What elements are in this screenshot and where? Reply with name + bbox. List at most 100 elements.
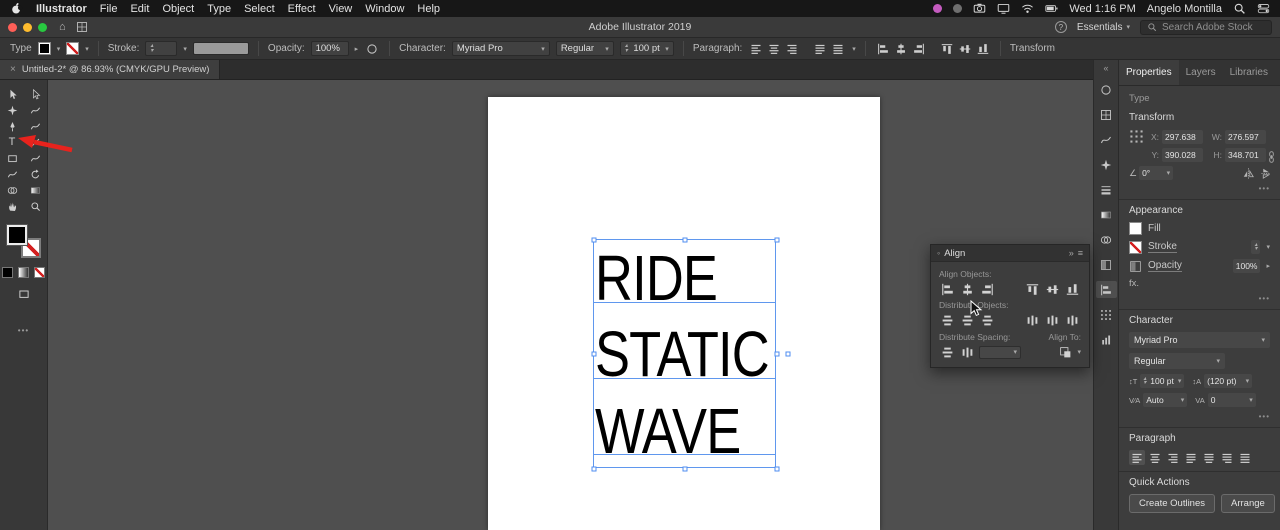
align-text-left-button[interactable] xyxy=(748,41,764,56)
color-button[interactable] xyxy=(2,267,13,278)
kerning-select[interactable]: Auto▾ xyxy=(1143,393,1187,407)
align-horizontal-center-button[interactable] xyxy=(893,41,909,56)
vertical-distribute-space-button[interactable] xyxy=(939,345,956,359)
home-icon[interactable]: ⌂ xyxy=(59,21,66,33)
menu-type[interactable]: Type xyxy=(207,3,231,15)
rectangle-tool[interactable] xyxy=(2,151,22,165)
swatches-panel-icon[interactable] xyxy=(1096,106,1117,123)
fx-button[interactable]: fx. xyxy=(1129,278,1139,289)
align-text-center-button[interactable] xyxy=(766,41,782,56)
graph-panel-icon[interactable] xyxy=(1096,331,1117,348)
align-panel-title[interactable]: Align xyxy=(944,248,965,259)
rotation-select[interactable]: 0°▾ xyxy=(1139,166,1173,180)
pencil-tool[interactable] xyxy=(2,167,22,181)
selection-handle[interactable] xyxy=(775,238,780,243)
artwork-text[interactable]: RIDE STATIC WAVE xyxy=(595,240,800,469)
stroke-color-swatch[interactable] xyxy=(66,42,79,55)
tracking-input[interactable]: 0▾ xyxy=(1208,393,1256,407)
transform-panel-icon[interactable] xyxy=(1096,306,1117,323)
menu-view[interactable]: View xyxy=(329,3,353,15)
chevron-right-icon[interactable]: ▸ xyxy=(355,45,359,53)
selection-handle[interactable] xyxy=(592,238,597,243)
distribute-horizontal-center-button[interactable] xyxy=(1044,313,1061,327)
justify-text-all-button[interactable] xyxy=(830,41,846,56)
width-input[interactable]: 276.597 xyxy=(1225,130,1266,144)
font-size-input[interactable]: ▴▾ 100 pt▾ xyxy=(1140,374,1184,388)
chevron-down-icon[interactable]: ▾ xyxy=(852,45,856,53)
distribute-top-button[interactable] xyxy=(939,313,956,327)
font-size-input[interactable]: ▴▾ 100 pt▾ xyxy=(620,41,674,56)
none-button[interactable] xyxy=(34,267,45,278)
recolor-artwork-icon[interactable] xyxy=(364,41,380,56)
horizontal-distribute-space-button[interactable] xyxy=(959,345,976,359)
workspace-grid-icon[interactable] xyxy=(76,21,88,33)
selection-handle[interactable] xyxy=(775,352,780,357)
paintbrush-tool[interactable] xyxy=(25,151,45,165)
distribute-right-button[interactable] xyxy=(1064,313,1081,327)
stroke-panel-icon[interactable] xyxy=(1096,181,1117,198)
rotate-tool[interactable] xyxy=(25,167,45,181)
create-outlines-button[interactable]: Create Outlines xyxy=(1129,494,1215,513)
height-input[interactable]: 348.701 xyxy=(1225,148,1266,162)
justify-text-all-button[interactable] xyxy=(1237,450,1253,465)
distribute-left-button[interactable] xyxy=(1024,313,1041,327)
chevron-down-icon[interactable]: ▾ xyxy=(1077,348,1081,356)
x-input[interactable]: 297.638 xyxy=(1162,130,1203,144)
gradient-tool[interactable] xyxy=(25,183,45,197)
align-text-right-button[interactable] xyxy=(784,41,800,56)
zoom-tool[interactable] xyxy=(25,199,45,213)
font-family-select[interactable]: Myriad Pro▾ xyxy=(1129,332,1270,348)
window-minimize-button[interactable] xyxy=(23,23,32,32)
distribute-bottom-button[interactable] xyxy=(979,313,996,327)
dock-collapse-icon[interactable]: « xyxy=(1103,63,1108,73)
workspace-switcher[interactable]: Essentials ▾ xyxy=(1077,22,1130,33)
align-bottom-button[interactable] xyxy=(1064,282,1081,296)
stroke-label[interactable]: Stroke xyxy=(1148,241,1177,253)
selected-text-object[interactable]: RIDE STATIC WAVE xyxy=(593,239,776,468)
control-center-icon[interactable] xyxy=(1257,2,1270,15)
gradient-button[interactable] xyxy=(18,267,29,278)
align-bottom-button[interactable] xyxy=(975,41,991,56)
spacing-value-select[interactable]: ▾ xyxy=(979,346,1021,359)
fill-indicator[interactable] xyxy=(7,225,27,245)
align-vertical-center-button[interactable] xyxy=(1044,282,1061,296)
panel-menu-icon[interactable]: ≡ xyxy=(1078,248,1083,258)
opacity-input[interactable]: 100% xyxy=(311,41,349,56)
chevron-down-icon[interactable]: ▾ xyxy=(183,45,187,53)
fill-label[interactable]: Fill xyxy=(1148,223,1161,234)
align-right-button[interactable] xyxy=(979,282,996,296)
pen-tool[interactable] xyxy=(2,119,22,133)
tab-libraries[interactable]: Libraries xyxy=(1223,60,1275,85)
selection-handle[interactable] xyxy=(592,467,597,472)
appearance-more-icon[interactable]: ••• xyxy=(1129,294,1270,303)
justify-text-right-button[interactable] xyxy=(1219,450,1235,465)
stock-search-input[interactable]: Search Adobe Stock xyxy=(1140,20,1272,35)
tab-layers[interactable]: Layers xyxy=(1179,60,1223,85)
align-top-button[interactable] xyxy=(1024,282,1041,296)
panel-collapse-icon[interactable]: » xyxy=(1069,248,1074,258)
screen-recording-icon[interactable] xyxy=(933,4,942,13)
stroke-weight-input[interactable]: ▴▾ xyxy=(145,41,177,56)
appearance-panel-icon[interactable] xyxy=(1096,256,1117,273)
flip-horizontal-icon[interactable] xyxy=(1242,167,1255,180)
status-dot-icon[interactable] xyxy=(953,4,962,13)
align-text-left-button[interactable] xyxy=(1129,450,1145,465)
menu-select[interactable]: Select xyxy=(244,3,275,15)
tab-close-icon[interactable]: × xyxy=(10,64,16,75)
toolbar-more-icon[interactable]: ••• xyxy=(18,326,29,335)
align-text-right-button[interactable] xyxy=(1165,450,1181,465)
battery-icon[interactable] xyxy=(1045,2,1058,15)
menu-help[interactable]: Help xyxy=(417,3,440,15)
menu-effect[interactable]: Effect xyxy=(288,3,316,15)
lasso-tool[interactable] xyxy=(25,103,45,117)
type-tool[interactable]: T xyxy=(2,135,22,149)
opacity-label[interactable]: Opacity xyxy=(1148,260,1182,272)
spotlight-search-icon[interactable] xyxy=(1233,2,1246,15)
selection-handle[interactable] xyxy=(683,238,688,243)
character-more-icon[interactable]: ••• xyxy=(1129,412,1270,421)
color-panel-icon[interactable] xyxy=(1096,81,1117,98)
align-vertical-center-button[interactable] xyxy=(957,41,973,56)
menu-window[interactable]: Window xyxy=(365,3,404,15)
direct-selection-tool[interactable] xyxy=(25,87,45,101)
selection-handle[interactable] xyxy=(775,467,780,472)
